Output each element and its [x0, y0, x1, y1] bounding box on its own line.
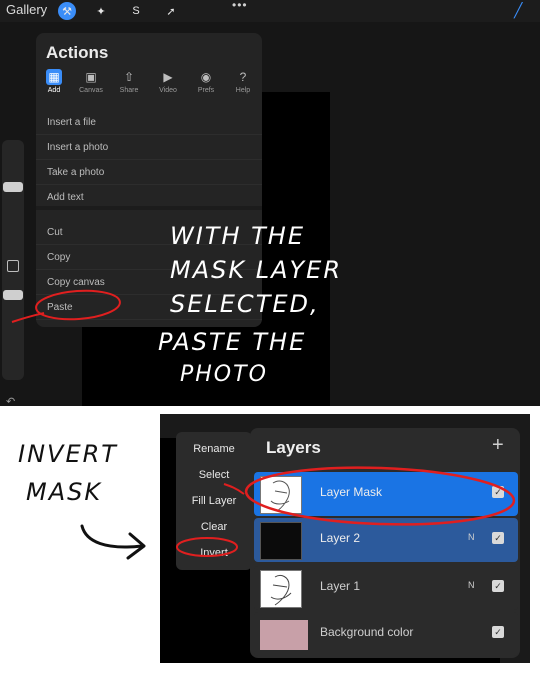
invert-annotation-line-2: MASK — [26, 478, 103, 506]
add-file-icon: ▦ — [46, 69, 62, 85]
toggle-icon: ◉ — [200, 70, 212, 84]
tab-share-label: Share — [119, 87, 139, 94]
annotation-line-3: SELECTED, — [170, 290, 320, 318]
gallery-button[interactable]: Gallery — [6, 2, 47, 17]
actions-screenshot: Gallery ⚒ ✦ S ➚ ••• ╱ ↶ Actions ▦ Add ▣ … — [0, 0, 540, 406]
tab-prefs-label: Prefs — [197, 87, 215, 94]
brush-icon[interactable]: ╱ — [514, 2, 532, 20]
actions-title: Actions — [46, 43, 109, 62]
canvas-icon: ▣ — [85, 70, 97, 84]
tab-help-label: Help — [235, 87, 251, 94]
tab-share[interactable]: ⇧ Share — [112, 69, 146, 94]
layers-screenshot: Rename Select Fill Layer Clear Invert La… — [160, 414, 530, 663]
brush-size-slider[interactable] — [3, 182, 23, 192]
tab-add[interactable]: ▦ Add — [37, 69, 71, 94]
annotation-line-5: PHOTO — [180, 362, 268, 387]
move-arrow-icon[interactable]: ➚ — [162, 2, 180, 20]
help-icon: ? — [239, 70, 247, 84]
invert-annotation-line-1: INVERT — [18, 440, 118, 468]
tab-add-label: Add — [47, 87, 61, 94]
wrench-icon[interactable]: ⚒ — [58, 2, 76, 20]
tab-canvas-label: Canvas — [79, 87, 103, 94]
arrow-annotation — [80, 524, 146, 560]
tab-video[interactable]: ▶ Video — [151, 69, 185, 94]
annotation-line-2: MASK LAYER — [170, 256, 343, 284]
play-icon: ▶ — [163, 70, 173, 84]
annotation-line-4: PASTE THE — [158, 328, 307, 356]
annotation-line-1: WITH THE — [170, 222, 306, 250]
share-icon: ⇧ — [123, 70, 135, 84]
tab-video-label: Video — [159, 87, 177, 94]
tab-help[interactable]: ? Help — [226, 69, 260, 94]
more-icon[interactable]: ••• — [232, 0, 248, 12]
tab-canvas[interactable]: ▣ Canvas — [74, 69, 108, 94]
insert-photo-item[interactable]: Insert a photo — [36, 136, 262, 160]
insert-file-item[interactable]: Insert a file — [36, 111, 262, 135]
tab-prefs[interactable]: ◉ Prefs — [189, 69, 223, 94]
add-text-item[interactable]: Add text — [36, 186, 262, 210]
highlight-annotations — [176, 466, 516, 557]
modify-button[interactable] — [7, 260, 19, 272]
magic-wand-icon[interactable]: ✦ — [92, 2, 110, 20]
undo-icon[interactable]: ↶ — [6, 395, 15, 406]
take-photo-item[interactable]: Take a photo — [36, 161, 262, 185]
top-toolbar: Gallery ⚒ ✦ S ➚ ••• ╱ — [0, 0, 540, 22]
side-sliders — [2, 140, 24, 380]
paste-highlight-circle — [11, 289, 121, 323]
selection-icon[interactable]: S — [127, 2, 145, 20]
